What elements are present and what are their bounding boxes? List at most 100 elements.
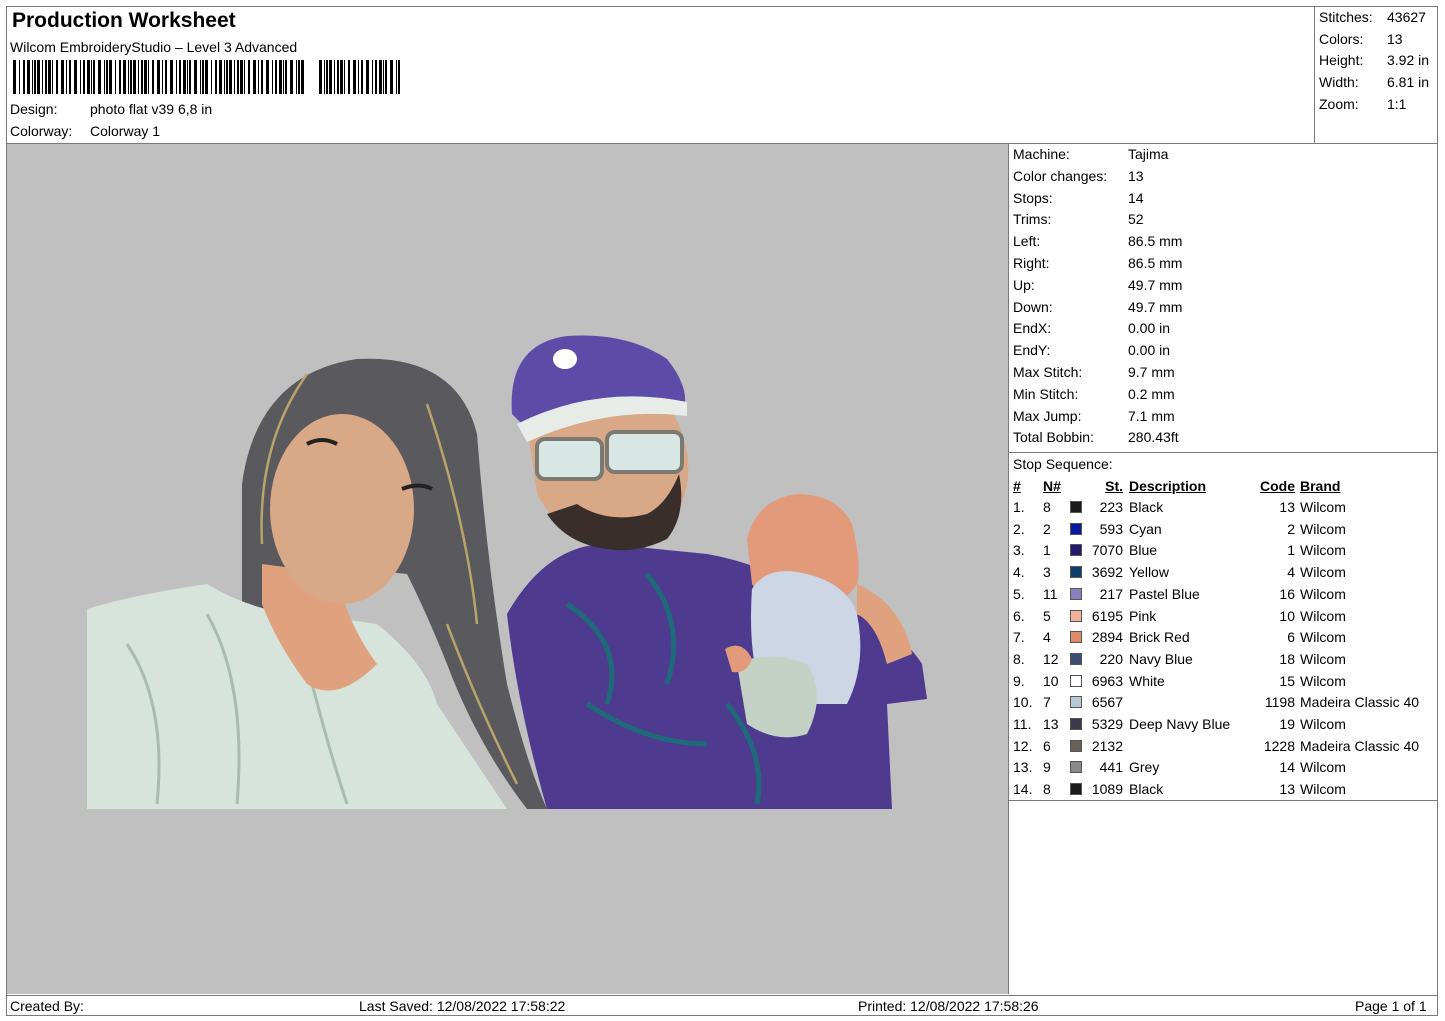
machine-info-value: 9.7 mm	[1128, 364, 1175, 380]
color-swatch	[1070, 609, 1082, 622]
color-swatch	[1070, 739, 1082, 752]
row-index: 4.	[1013, 564, 1025, 581]
barcode-bar	[337, 60, 339, 94]
barcode-bar	[234, 60, 235, 94]
stop-sequence-row: 5. 11 217 Pastel Blue 16 Wilcom	[1013, 586, 1433, 606]
stop-sequence-row: 9. 10 6963 White 15 Wilcom	[1013, 673, 1433, 693]
barcode-bar	[52, 60, 53, 94]
barcode-bar	[141, 60, 143, 94]
header-description: Description	[1129, 478, 1207, 494]
barcode-bar	[383, 60, 384, 94]
barcode-bar	[98, 60, 101, 94]
barcode-bar	[152, 60, 154, 94]
row-brand: Madeira Classic 40	[1300, 737, 1420, 754]
barcode-bar	[194, 60, 197, 94]
row-needle: 4	[1043, 629, 1051, 646]
row-code: 19	[1279, 716, 1295, 732]
machine-info-value: 0.00 in	[1128, 320, 1171, 337]
barcode-bar	[138, 60, 139, 94]
barcode-bar	[109, 60, 112, 94]
barcode-bar	[353, 60, 356, 94]
row-index: 7.	[1013, 629, 1025, 646]
row-code: 10	[1279, 607, 1295, 624]
barcode-bar	[61, 60, 64, 94]
color-swatch	[1070, 566, 1082, 579]
row-stitches: 2132	[1091, 737, 1123, 754]
stop-sequence-row: 6. 5 6195 Pink 10 Wilcom	[1013, 608, 1433, 628]
machine-info-row: Down: 49.7 mm	[1013, 299, 1182, 315]
machine-info-label: Trims:	[1013, 211, 1052, 228]
barcode-bar	[32, 60, 33, 94]
stop-sequence-row: 1. 8 223 Black 13 Wilcom	[1013, 499, 1433, 519]
barcode-bar	[372, 60, 373, 94]
barcode-bar	[91, 60, 92, 94]
row-brand: Wilcom	[1300, 650, 1346, 667]
row-description: Deep Navy Blue	[1129, 716, 1231, 732]
stats-panel: Stitches: 43627 Colors: 13 Height: 3.92 in …	[1314, 7, 1438, 143]
height-row: Height: 3.92 in	[1319, 52, 1429, 68]
row-description: Black	[1129, 781, 1164, 798]
row-index: 10.	[1013, 694, 1033, 711]
barcode-bar	[69, 60, 71, 94]
barcode-bar	[358, 60, 359, 94]
production-worksheet: Production Worksheet Wilcom EmbroiderySt…	[6, 6, 1438, 1016]
barcode-bar	[240, 60, 243, 94]
row-code: 13	[1279, 499, 1295, 515]
row-description: Yellow	[1129, 564, 1169, 581]
barcode-bar	[348, 60, 350, 94]
barcode-image	[13, 60, 400, 94]
zoom-label: Zoom:	[1319, 96, 1359, 112]
color-swatch	[1070, 696, 1082, 709]
row-needle: 11	[1043, 585, 1058, 602]
design-label: Design:	[10, 101, 58, 117]
divider	[1009, 800, 1437, 801]
barcode-bar	[211, 60, 212, 94]
machine-info-panel: Machine: Tajima Color changes: 13 Stops: 14 Tr…	[1009, 144, 1437, 994]
height-label: Height:	[1319, 52, 1364, 68]
embroidery-design-image	[87, 335, 927, 809]
barcode-bar	[42, 60, 43, 94]
stop-sequence-header: # N# St. Description Code Brand	[1013, 478, 1433, 498]
row-brand: Madeira Classic 40	[1300, 694, 1420, 711]
barcode-bar	[344, 60, 345, 94]
row-index: 14.	[1013, 781, 1033, 798]
row-code: 1228	[1263, 737, 1295, 754]
row-index: 3.	[1013, 542, 1025, 559]
barcode-bar	[74, 60, 77, 94]
color-swatch	[1070, 783, 1082, 796]
machine-info-label: Right:	[1013, 255, 1050, 271]
machine-info-label: Max Jump:	[1013, 407, 1082, 424]
machine-info-row: Max Jump: 7.1 mm	[1013, 408, 1175, 424]
barcode-bar	[272, 60, 273, 94]
row-brand: Wilcom	[1300, 542, 1346, 559]
row-stitches: 6567	[1091, 694, 1123, 711]
row-stitches: 223	[1099, 499, 1123, 515]
stitches-row: Stitches: 43627	[1319, 9, 1426, 25]
machine-info-label: EndX:	[1013, 320, 1052, 337]
barcode-bar	[200, 60, 201, 94]
stitches-label: Stitches:	[1319, 9, 1373, 25]
barcode-bar	[119, 60, 121, 94]
row-code: 14	[1279, 759, 1295, 776]
machine-info-row: Trims: 52	[1013, 211, 1144, 227]
barcode-bar	[162, 60, 163, 94]
design-row: Design: photo flat v39 6,8 in	[10, 101, 212, 117]
barcode-bar	[275, 60, 277, 94]
row-description: Pink	[1129, 607, 1157, 624]
machine-info-label: Stops:	[1013, 189, 1053, 206]
barcode-bar	[187, 60, 188, 94]
machine-info-label: Left:	[1013, 233, 1041, 250]
header-needle: N#	[1043, 478, 1061, 494]
row-needle: 10	[1043, 672, 1059, 689]
barcode-bar	[375, 60, 377, 94]
row-code: 15	[1279, 672, 1295, 689]
row-index: 1.	[1013, 499, 1025, 515]
row-needle: 8	[1043, 499, 1051, 515]
row-brand: Wilcom	[1300, 520, 1346, 537]
row-index: 12.	[1013, 737, 1033, 754]
row-brand: Wilcom	[1300, 716, 1346, 732]
row-description: Navy Blue	[1129, 650, 1193, 667]
machine-info-row: Min Stitch: 0.2 mm	[1013, 386, 1175, 402]
barcode-bar	[398, 60, 400, 94]
colorway-row: Colorway: Colorway 1	[10, 123, 160, 139]
